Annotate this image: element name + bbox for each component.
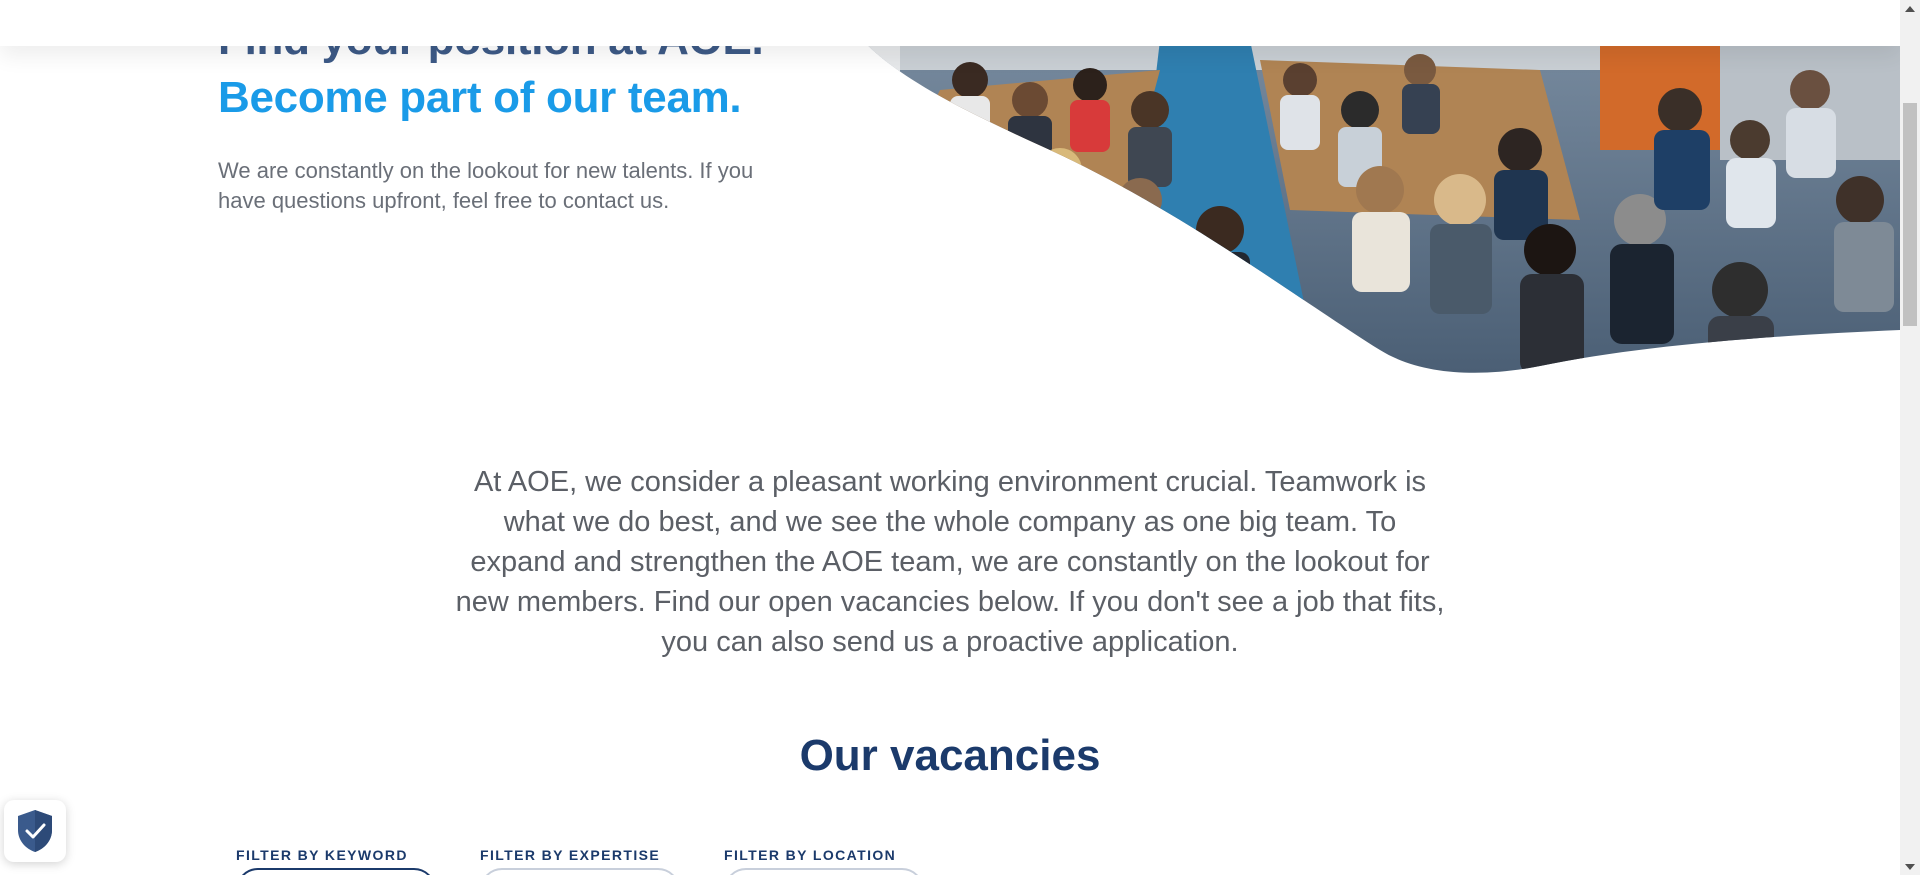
filter-keyword-label: FILTER BY KEYWORD — [236, 847, 408, 863]
filter-location-select[interactable] — [724, 868, 924, 875]
filter-location-label: FILTER BY LOCATION — [724, 847, 897, 863]
scroll-thumb[interactable] — [1903, 103, 1917, 326]
site-header — [0, 0, 1900, 46]
careers-page: Find your position at AOE. Become part o… — [0, 0, 1900, 875]
vacancies-heading: Our vacancies — [799, 731, 1101, 780]
hero-subtitle: We are constantly on the lookout for new… — [218, 158, 754, 213]
filter-expertise-label: FILTER BY EXPERTISE — [480, 847, 661, 863]
scroll-up-button[interactable] — [1900, 0, 1920, 17]
triangle-up-icon — [1905, 5, 1915, 12]
privacy-settings-button[interactable] — [4, 800, 66, 862]
filter-keyword-input[interactable] — [236, 868, 436, 875]
team-meeting-photo — [836, 0, 1900, 373]
triangle-down-icon — [1905, 863, 1915, 870]
filter-expertise-select[interactable] — [480, 868, 680, 875]
vertical-scrollbar[interactable] — [1900, 0, 1920, 875]
shield-check-icon — [18, 810, 52, 852]
intro-paragraph: At AOE, we consider a pleasant working e… — [455, 466, 1445, 658]
scroll-down-button[interactable] — [1900, 858, 1920, 875]
hero-title-line-2: Become part of our team. — [218, 73, 742, 122]
